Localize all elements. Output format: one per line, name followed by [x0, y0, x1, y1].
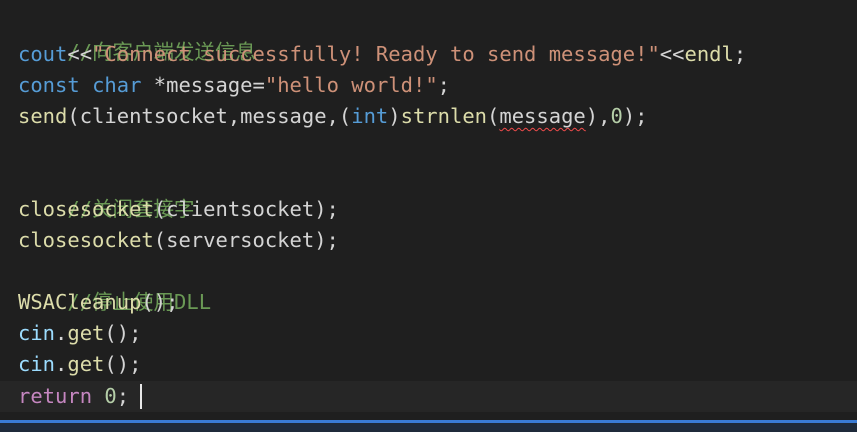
paren-open: ( [487, 104, 500, 128]
code-line-6: //关闭套接字 [18, 163, 194, 221]
keyword-const: const [18, 73, 80, 97]
stream-operator: << [659, 42, 685, 66]
call-end: ); [622, 104, 648, 128]
call-parens: (); [104, 321, 142, 345]
call-parens: (); [141, 290, 179, 314]
call-parens: (); [104, 352, 142, 376]
function-closesocket: closesocket [18, 197, 154, 221]
closesocket-args: (serversocket); [153, 228, 339, 252]
code-line-8: closesocket(serversocket); [18, 225, 339, 256]
semicolon: ; [733, 42, 747, 66]
code-line-10: WSACleanup(); [18, 287, 178, 318]
keyword-return: return [18, 384, 93, 408]
closesocket-args: (clientsocket); [153, 197, 339, 221]
status-bar [0, 420, 857, 432]
function-get: get [67, 321, 105, 345]
code-line-1: //向客户端发送信息 [18, 6, 256, 64]
semicolon: ; [116, 384, 130, 408]
cast-close: ) [388, 104, 401, 128]
endl-token: endl [684, 42, 734, 66]
member-dot: . [55, 352, 68, 376]
code-line-3: const char *message="hello world!"; [18, 70, 450, 101]
object-cin: cin [18, 352, 56, 376]
stream-operator: << [67, 42, 93, 66]
keyword-char: char [92, 73, 142, 97]
code-line-12: cin.get(); [18, 349, 141, 380]
paren-close: ), [585, 104, 611, 128]
string-literal-connect: "Connect successfully! Ready to send mes… [92, 42, 660, 66]
semicolon: ; [437, 73, 451, 97]
code-line-13: return 0; [18, 381, 129, 412]
function-get: get [67, 352, 105, 376]
code-line-7: closesocket(clientsocket); [18, 194, 339, 225]
function-wsacleanup: WSACleanup [18, 290, 142, 314]
object-cin: cin [18, 321, 56, 345]
cout-token: cout [18, 42, 68, 66]
code-line-4: send(clientsocket,message,(int)strnlen(m… [18, 101, 648, 132]
number-zero: 0 [104, 384, 117, 408]
string-literal-hello: "hello world!" [264, 73, 438, 97]
function-strnlen: strnlen [400, 104, 488, 128]
text-cursor [140, 384, 142, 409]
send-args: (clientsocket,message,( [67, 104, 352, 128]
error-squiggle-message[interactable]: message [499, 104, 585, 128]
keyword-int: int [351, 104, 389, 128]
function-send: send [18, 104, 68, 128]
status-bar-accent [0, 420, 857, 423]
function-closesocket: closesocket [18, 228, 154, 252]
code-line-11: cin.get(); [18, 318, 141, 349]
message-declaration: *message= [153, 73, 265, 97]
code-line-2: cout<<"Connect successfully! Ready to se… [18, 39, 746, 70]
member-dot: . [55, 321, 68, 345]
code-editor[interactable]: //向客户端发送信息 cout<<"Connect successfully! … [0, 0, 857, 420]
number-zero: 0 [610, 104, 623, 128]
code-line-9: //停止使用DLL [18, 256, 211, 314]
